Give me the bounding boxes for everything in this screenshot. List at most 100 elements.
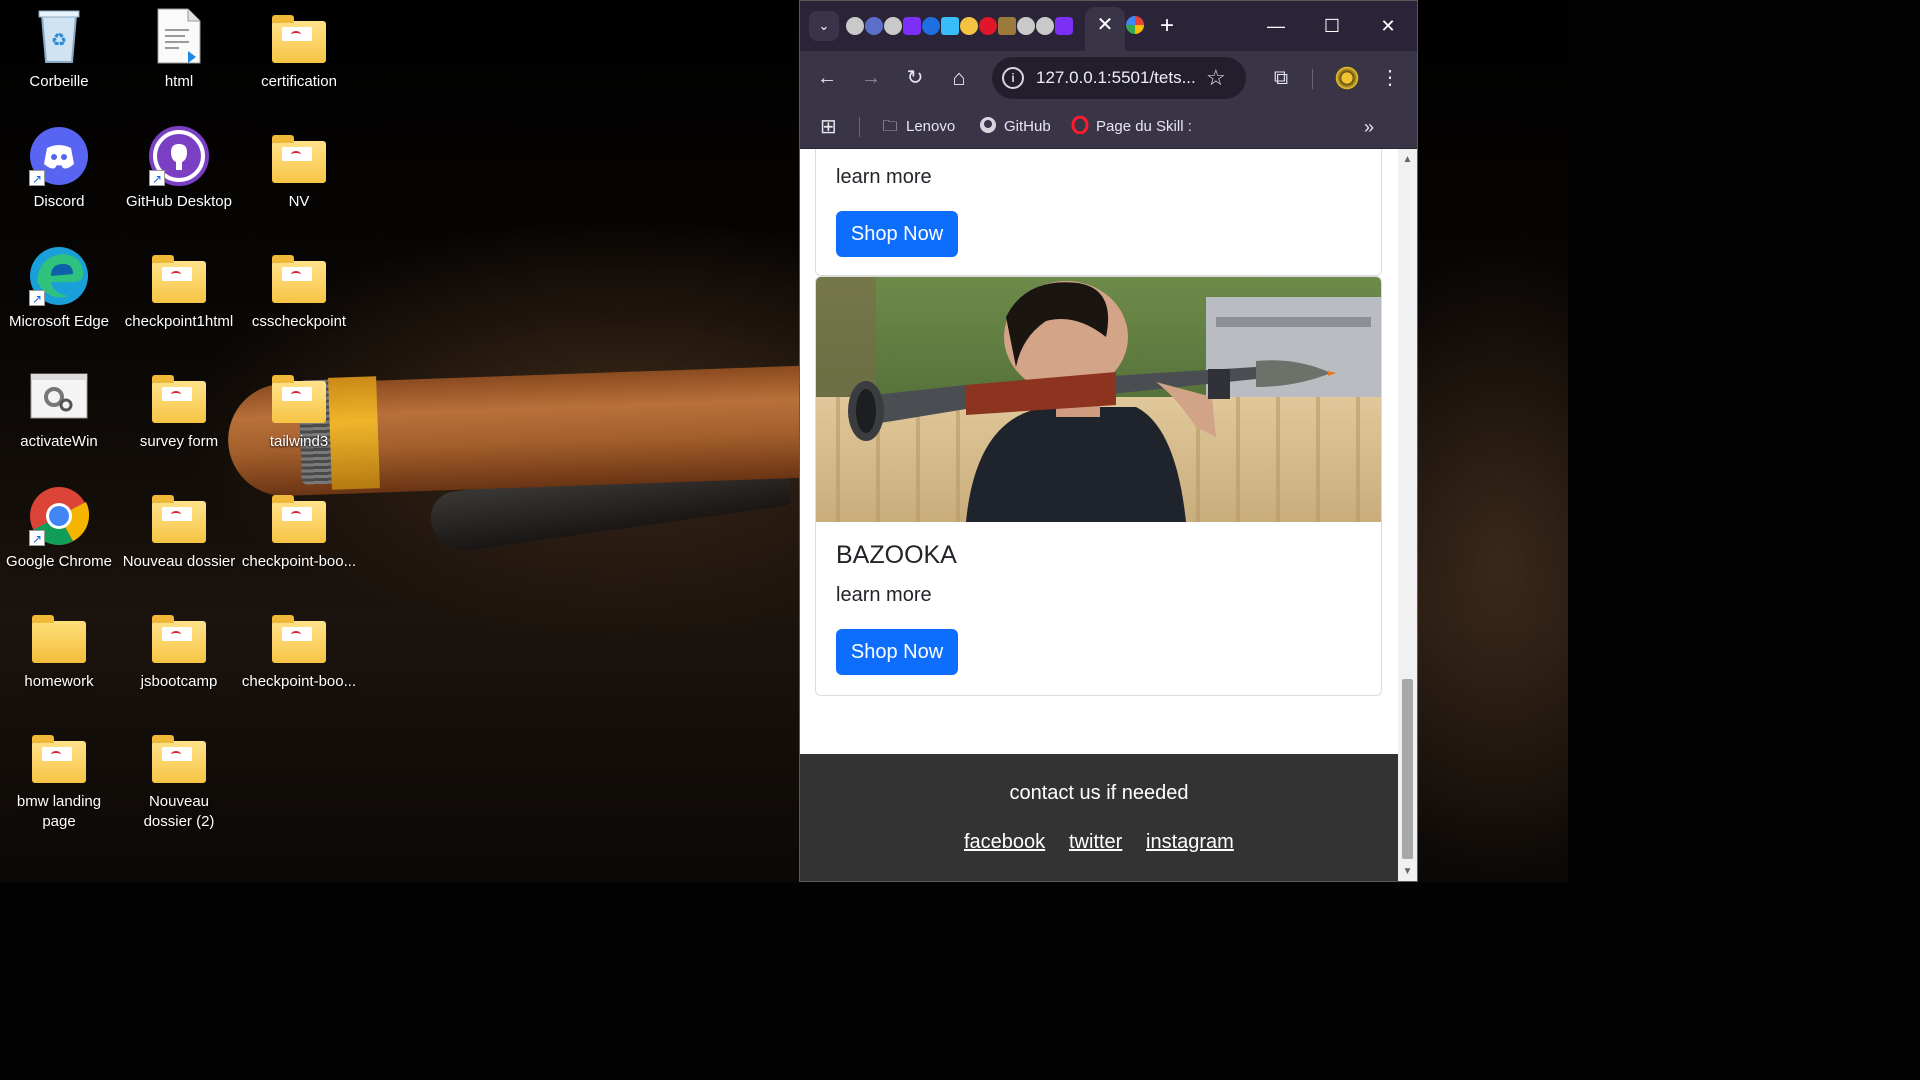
shop-now-button[interactable]: Shop Now [836,211,958,257]
desktop-icon-csscheckpoint[interactable]: csscheckpoint [240,242,358,358]
vertical-scrollbar[interactable]: ▲ ▼ [1398,149,1417,881]
desktop-icon-label: Nouveau dossier [122,553,236,570]
desktop-icon-checkpoint-boo-2[interactable]: checkpoint-boo... [240,602,358,718]
tab-strip: ⌄ ✕ + — ☐ ✕ [800,1,1417,51]
tab-favicon-icon[interactable] [922,17,940,35]
desktop-icon-html[interactable]: html [120,2,238,118]
desktop-icon-homework[interactable]: homework [0,602,118,718]
desktop-icon-corbeille[interactable]: ♻ Corbeille [0,2,118,118]
google-tab-icon[interactable] [1126,16,1144,34]
desktop-icon-edge[interactable]: ↗ Microsoft Edge [0,242,118,358]
address-bar[interactable]: i 127.0.0.1:5501/tets... ☆ [992,57,1246,99]
desktop-icon-label: tailwind3 [269,433,329,450]
folder-icon [149,366,209,426]
bookmarks-bar: ⊞ 🗀 Lenovo GitHub Page du Skill : » [800,105,1417,149]
desktop-icon-checkpoint1html[interactable]: checkpoint1html [120,242,238,358]
toolbar-divider [1312,69,1313,89]
shop-now-button[interactable]: Shop Now [836,629,958,675]
back-button[interactable]: ← [812,63,842,93]
desktop-icon-checkpoint-boo-1[interactable]: checkpoint-boo... [240,482,358,598]
desktop-icon-bmw-landing-page[interactable]: bmw landing page [0,722,118,842]
shortcut-arrow-icon: ↗ [29,170,45,186]
extensions-icon[interactable]: ⧉ [1266,63,1296,93]
folder-icon [149,606,209,666]
folder-icon [149,726,209,786]
shortcut-arrow-icon: ↗ [149,170,165,186]
twitter-link[interactable]: twitter [1069,831,1122,854]
desktop-icon-discord[interactable]: ↗ Discord [0,122,118,238]
bookmark-star-icon[interactable]: ☆ [1206,65,1226,91]
tab-favicon-icon[interactable] [998,17,1016,35]
close-tab-icon[interactable]: ✕ [1094,13,1116,37]
bookmark-github[interactable]: GitHub [978,116,1051,138]
folder-icon [269,126,329,186]
instagram-link[interactable]: instagram [1146,831,1234,854]
desktop-icon-certification[interactable]: certification [240,2,358,118]
desktop-icon-nouveau-dossier-2[interactable]: Nouveau dossier (2) [120,722,238,842]
page-footer: contact us if needed facebook twitter in… [800,754,1398,881]
tab-favicon-icon[interactable] [960,17,978,35]
forward-button[interactable]: → [856,63,886,93]
bookmark-page-du-skill[interactable]: Page du Skill : [1070,115,1192,138]
tab-search-button[interactable]: ⌄ [809,11,839,41]
maximize-button[interactable]: ☐ [1312,9,1352,43]
edge-icon: ↗ [29,246,89,306]
desktop-icon-github-desktop[interactable]: ↗ GitHub Desktop [120,122,238,238]
card-text[interactable]: learn more [836,166,932,189]
card-text[interactable]: learn more [836,584,932,607]
scrollbar-thumb[interactable] [1402,679,1413,859]
close-window-button[interactable]: ✕ [1368,9,1408,43]
folder-icon [29,726,89,786]
desktop-icon-label: html [164,73,194,90]
chrome-icon: ↗ [29,486,89,546]
site-info-icon[interactable]: i [1002,67,1024,89]
desktop-icon-label: checkpoint1html [124,313,234,330]
desktop-icon-label: survey form [139,433,219,450]
tab-favicon-icon[interactable] [846,17,864,35]
facebook-link[interactable]: facebook [964,831,1045,854]
browser-menu-icon[interactable]: ⋮ [1375,63,1405,93]
bookmark-label: Lenovo [906,118,956,135]
desktop-icon-activatewin[interactable]: activateWin [0,362,118,478]
tab-favicon-icon[interactable] [865,17,883,35]
desktop-icon-label: bmw landing page [16,793,102,830]
apps-grid-icon[interactable]: ⊞ [820,116,837,138]
scroll-up-arrow-icon[interactable]: ▲ [1398,153,1417,167]
desktop-icon-label: GitHub Desktop [126,193,232,210]
profile-avatar[interactable] [1334,65,1360,91]
desktop-icon-chrome[interactable]: ↗ Google Chrome [0,482,118,598]
minimize-button[interactable]: — [1256,9,1296,43]
bootstrap-tab-icon[interactable] [903,17,921,35]
folder-icon [29,606,89,666]
tailwind-tab-icon[interactable] [941,17,959,35]
pinned-tabs [846,15,1073,37]
scroll-down-arrow-icon[interactable]: ▼ [1398,865,1417,879]
github-desktop-icon: ↗ [149,126,209,186]
reload-button[interactable]: ↻ [900,63,930,93]
chrome-browser-window: ⌄ ✕ + — ☐ ✕ ← → ↻ ⌂ i 127.0.0.1:5501/tet… [799,0,1418,882]
bookmark-lenovo[interactable]: 🗀 Lenovo [880,116,955,138]
page-viewport: learn more Shop Now BAZOOKA learn more S… [800,149,1398,881]
recycle-bin-icon: ♻ [29,6,89,66]
tab-favicon-icon[interactable] [1017,17,1035,35]
tab-favicon-icon[interactable] [1036,17,1054,35]
new-tab-button[interactable]: + [1153,11,1181,41]
desktop-icon-nouveau-dossier[interactable]: Nouveau dossier [120,482,238,598]
desktop-icon-label: Google Chrome [6,553,112,570]
desktop-icon-tailwind3[interactable]: tailwind3 [240,362,358,478]
bookmark-label: Page du Skill : [1096,118,1192,135]
desktop-icon-jsbootcamp[interactable]: jsbootcamp [120,602,238,718]
card-title: BAZOOKA [836,541,957,569]
bookmarks-overflow-icon[interactable]: » [1364,116,1374,138]
opera-tab-icon[interactable] [979,17,997,35]
desktop-icon-nv[interactable]: NV [240,122,358,238]
folder-icon [269,246,329,306]
home-button[interactable]: ⌂ [944,63,974,93]
vscode-file-icon [149,6,209,66]
svg-text:♻: ♻ [51,30,67,50]
desktop-icon-survey-form[interactable]: survey form [120,362,238,478]
tab-favicon-icon[interactable] [884,17,902,35]
bookmarks-divider [859,117,860,137]
bootstrap-tab-icon[interactable] [1055,17,1073,35]
url-text[interactable]: 127.0.0.1:5501/tets... [1036,68,1196,88]
